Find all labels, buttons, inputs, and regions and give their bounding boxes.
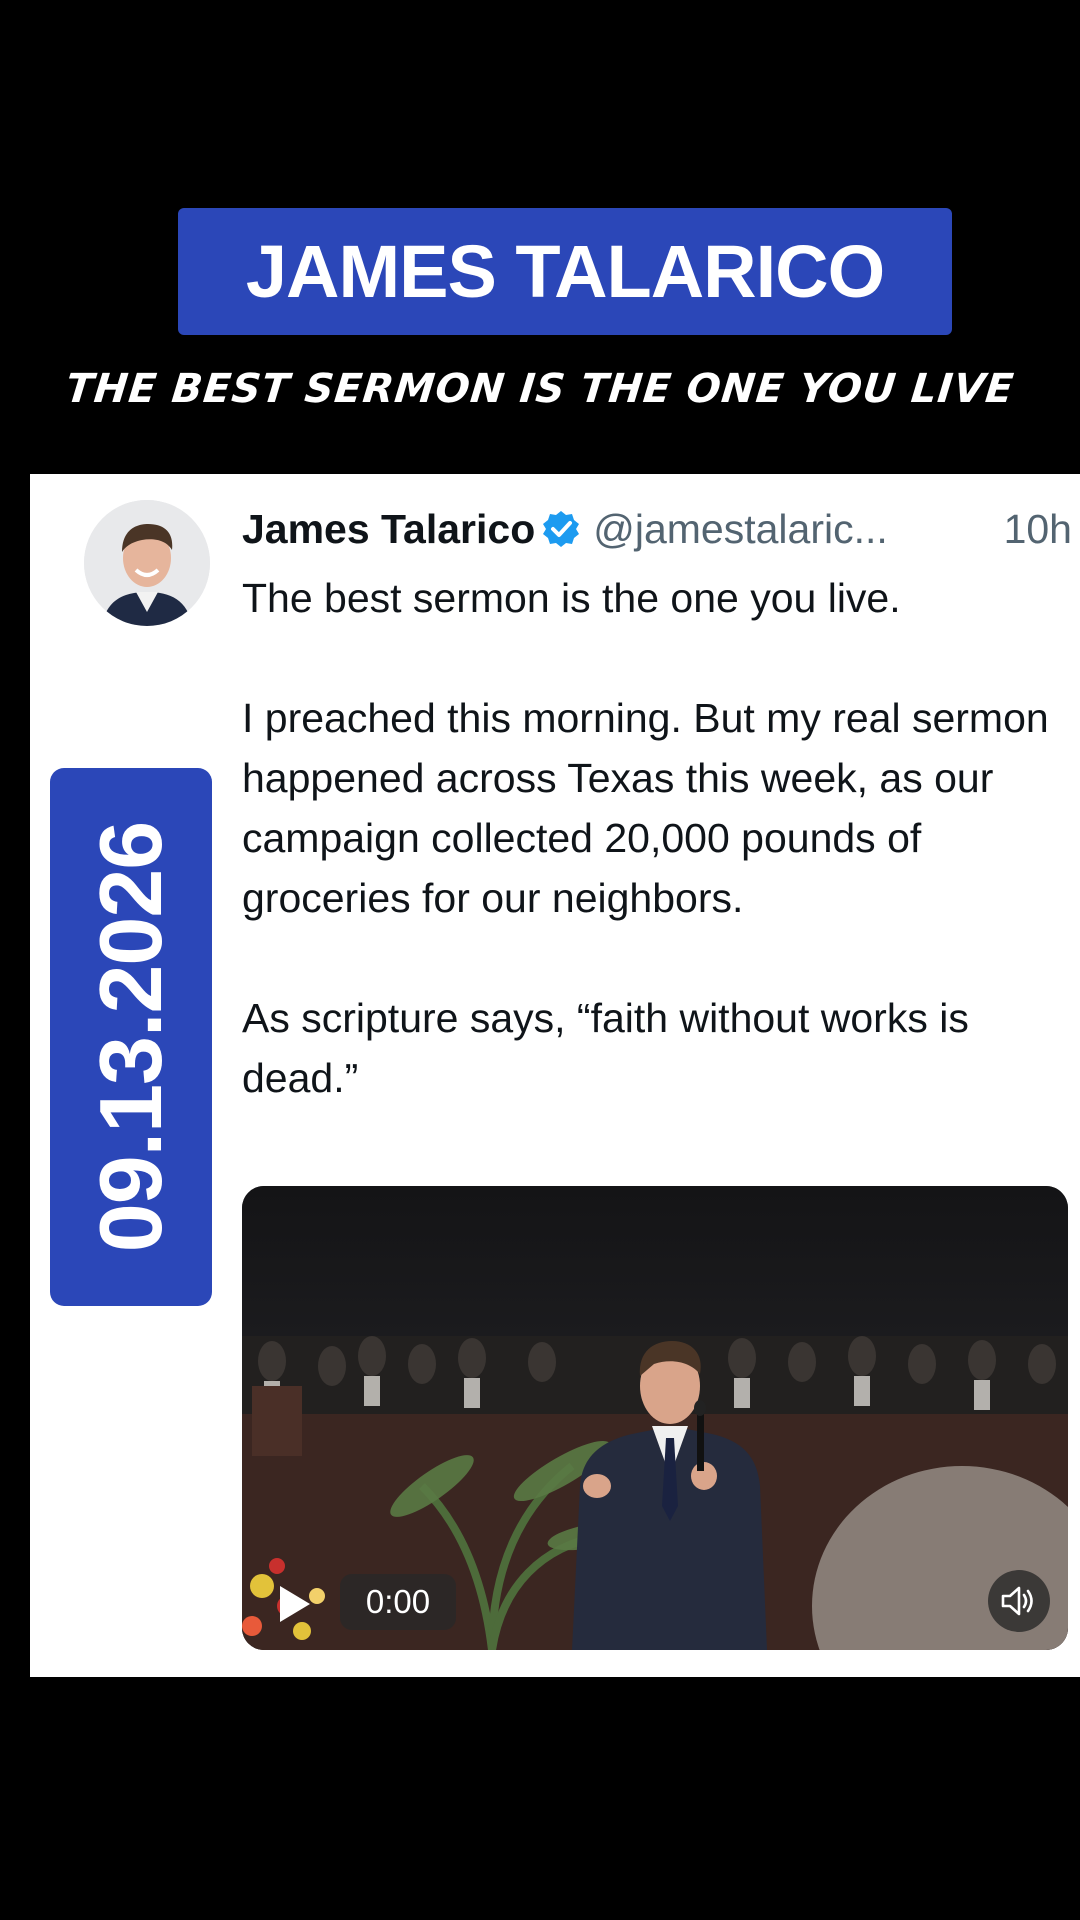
title-text: JAMES TALARICO [245, 230, 885, 313]
date-badge: 09.13.2026 [50, 768, 212, 1306]
video-time: 0:00 [340, 1574, 456, 1630]
tweet-paragraph: As scripture says, “faith without works … [242, 995, 969, 1101]
volume-button[interactable] [988, 1570, 1050, 1632]
title-banner: JAMES TALARICO [178, 208, 952, 335]
subtitle-caption: THE BEST SERMON IS THE ONE YOU LIVE [63, 366, 1017, 412]
author-name[interactable]: James Talarico [242, 506, 535, 553]
play-button[interactable] [270, 1580, 318, 1628]
tweet-text: The best sermon is the one you live. I p… [242, 568, 1072, 1108]
tweet-header: James Talarico @jamestalaric... 10h [242, 502, 1072, 556]
tweet-timestamp[interactable]: 10h [1004, 506, 1072, 553]
avatar[interactable] [84, 500, 210, 626]
date-text: 09.13.2026 [81, 821, 180, 1253]
play-icon [280, 1586, 310, 1622]
author-handle[interactable]: @jamestalaric... [593, 506, 888, 553]
tweet-paragraph: I preached this morning. But my real ser… [242, 695, 1049, 921]
verified-badge-icon [543, 511, 580, 547]
volume-icon [1001, 1586, 1033, 1616]
avatar-image [84, 500, 210, 626]
tweet-paragraph: The best sermon is the one you live. [242, 575, 901, 621]
